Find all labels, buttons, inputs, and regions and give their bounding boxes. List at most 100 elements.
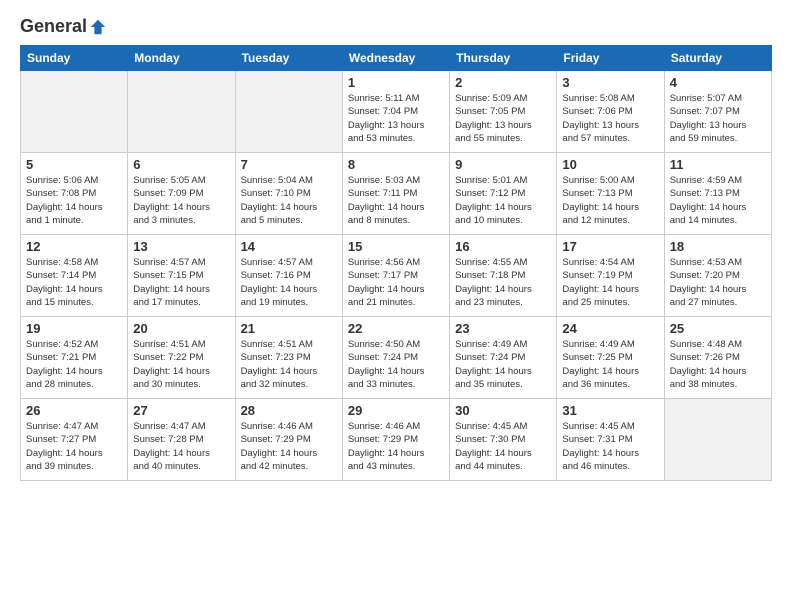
day-number: 1 xyxy=(348,75,444,90)
calendar-cell: 13 Sunrise: 4:57 AM Sunset: 7:15 PM Dayli… xyxy=(128,235,235,317)
day-number: 13 xyxy=(133,239,229,254)
day-info: Sunrise: 5:00 AM Sunset: 7:13 PM Dayligh… xyxy=(562,174,658,227)
day-number: 29 xyxy=(348,403,444,418)
day-number: 31 xyxy=(562,403,658,418)
day-number: 22 xyxy=(348,321,444,336)
calendar-cell: 18Sunrise: 4:53 AM Sunset: 7:20 PM Dayli… xyxy=(664,235,771,317)
logo: General xyxy=(20,16,107,35)
day-number: 5 xyxy=(26,157,122,172)
calendar-cell xyxy=(128,71,235,153)
day-info: Sunrise: 4:53 AM Sunset: 7:20 PM Dayligh… xyxy=(670,256,766,309)
day-info: Sunrise: 4:50 AM Sunset: 7:24 PM Dayligh… xyxy=(348,338,444,391)
day-info: Sunrise: 4:45 AM Sunset: 7:30 PM Dayligh… xyxy=(455,420,551,473)
day-number: 3 xyxy=(562,75,658,90)
calendar-cell: 12Sunrise: 4:58 AM Sunset: 7:14 PM Dayli… xyxy=(21,235,128,317)
day-info: Sunrise: 5:03 AM Sunset: 7:11 PM Dayligh… xyxy=(348,174,444,227)
calendar-cell: 11 Sunrise: 4:59 AM Sunset: 7:13 PM Dayli… xyxy=(664,153,771,235)
day-number: 6 xyxy=(133,157,229,172)
page: General SundayMondayTuesdayWednesdayThur… xyxy=(0,0,792,612)
calendar-cell xyxy=(21,71,128,153)
calendar-cell: 16 Sunrise: 4:55 AM Sunset: 7:18 PM Dayli… xyxy=(450,235,557,317)
day-number: 19 xyxy=(26,321,122,336)
day-number: 4 xyxy=(670,75,766,90)
day-info: Sunrise: 5:11 AM Sunset: 7:04 PM Dayligh… xyxy=(348,92,444,145)
day-info: Sunrise: 5:09 AM Sunset: 7:05 PM Dayligh… xyxy=(455,92,551,145)
day-info: Sunrise: 4:47 AM Sunset: 7:27 PM Dayligh… xyxy=(26,420,122,473)
week-row-4: 19 Sunrise: 4:52 AM Sunset: 7:21 PM Dayli… xyxy=(21,317,772,399)
calendar-cell: 1 Sunrise: 5:11 AM Sunset: 7:04 PM Daylig… xyxy=(342,71,449,153)
day-number: 25 xyxy=(670,321,766,336)
calendar-cell: 4 Sunrise: 5:07 AM Sunset: 7:07 PM Daylig… xyxy=(664,71,771,153)
day-info: Sunrise: 4:49 AM Sunset: 7:24 PM Dayligh… xyxy=(455,338,551,391)
day-number: 12 xyxy=(26,239,122,254)
calendar-cell: 27 Sunrise: 4:47 AM Sunset: 7:28 PM Dayli… xyxy=(128,399,235,481)
day-info: Sunrise: 4:46 AM Sunset: 7:29 PM Dayligh… xyxy=(241,420,337,473)
day-number: 10 xyxy=(562,157,658,172)
day-info: Sunrise: 4:51 AM Sunset: 7:23 PM Dayligh… xyxy=(241,338,337,391)
calendar-cell: 8 Sunrise: 5:03 AM Sunset: 7:11 PM Daylig… xyxy=(342,153,449,235)
day-number: 16 xyxy=(455,239,551,254)
day-info: Sunrise: 4:56 AM Sunset: 7:17 PM Dayligh… xyxy=(348,256,444,309)
calendar-cell: 21 Sunrise: 4:51 AM Sunset: 7:23 PM Dayli… xyxy=(235,317,342,399)
day-info: Sunrise: 4:59 AM Sunset: 7:13 PM Dayligh… xyxy=(670,174,766,227)
day-info: Sunrise: 5:06 AM Sunset: 7:08 PM Dayligh… xyxy=(26,174,122,227)
day-number: 11 xyxy=(670,157,766,172)
day-number: 2 xyxy=(455,75,551,90)
calendar-cell xyxy=(664,399,771,481)
day-number: 8 xyxy=(348,157,444,172)
day-number: 21 xyxy=(241,321,337,336)
calendar-cell: 6Sunrise: 5:05 AM Sunset: 7:09 PM Daylig… xyxy=(128,153,235,235)
calendar-cell: 22 Sunrise: 4:50 AM Sunset: 7:24 PM Dayli… xyxy=(342,317,449,399)
weekday-header-thursday: Thursday xyxy=(450,46,557,71)
day-info: Sunrise: 4:49 AM Sunset: 7:25 PM Dayligh… xyxy=(562,338,658,391)
week-row-1: 1 Sunrise: 5:11 AM Sunset: 7:04 PM Daylig… xyxy=(21,71,772,153)
weekday-header-tuesday: Tuesday xyxy=(235,46,342,71)
day-number: 20 xyxy=(133,321,229,336)
day-number: 26 xyxy=(26,403,122,418)
weekday-header-sunday: Sunday xyxy=(21,46,128,71)
day-number: 9 xyxy=(455,157,551,172)
calendar-cell: 7 Sunrise: 5:04 AM Sunset: 7:10 PM Daylig… xyxy=(235,153,342,235)
day-number: 17 xyxy=(562,239,658,254)
logo-general: General xyxy=(20,16,87,37)
day-number: 24 xyxy=(562,321,658,336)
day-number: 7 xyxy=(241,157,337,172)
calendar-cell: 31Sunrise: 4:45 AM Sunset: 7:31 PM Dayli… xyxy=(557,399,664,481)
calendar-cell: 17 Sunrise: 4:54 AM Sunset: 7:19 PM Dayli… xyxy=(557,235,664,317)
day-info: Sunrise: 4:57 AM Sunset: 7:16 PM Dayligh… xyxy=(241,256,337,309)
day-number: 14 xyxy=(241,239,337,254)
week-row-3: 12Sunrise: 4:58 AM Sunset: 7:14 PM Dayli… xyxy=(21,235,772,317)
day-info: Sunrise: 4:54 AM Sunset: 7:19 PM Dayligh… xyxy=(562,256,658,309)
calendar-cell: 2 Sunrise: 5:09 AM Sunset: 7:05 PM Daylig… xyxy=(450,71,557,153)
day-info: Sunrise: 4:48 AM Sunset: 7:26 PM Dayligh… xyxy=(670,338,766,391)
day-info: Sunrise: 4:46 AM Sunset: 7:29 PM Dayligh… xyxy=(348,420,444,473)
day-info: Sunrise: 4:47 AM Sunset: 7:28 PM Dayligh… xyxy=(133,420,229,473)
week-row-2: 5 Sunrise: 5:06 AM Sunset: 7:08 PM Daylig… xyxy=(21,153,772,235)
week-row-5: 26 Sunrise: 4:47 AM Sunset: 7:27 PM Dayli… xyxy=(21,399,772,481)
header: General xyxy=(20,16,772,35)
weekday-header-friday: Friday xyxy=(557,46,664,71)
calendar-cell: 26 Sunrise: 4:47 AM Sunset: 7:27 PM Dayli… xyxy=(21,399,128,481)
calendar-cell: 9 Sunrise: 5:01 AM Sunset: 7:12 PM Daylig… xyxy=(450,153,557,235)
day-info: Sunrise: 5:01 AM Sunset: 7:12 PM Dayligh… xyxy=(455,174,551,227)
weekday-header-row: SundayMondayTuesdayWednesdayThursdayFrid… xyxy=(21,46,772,71)
calendar-cell: 15Sunrise: 4:56 AM Sunset: 7:17 PM Dayli… xyxy=(342,235,449,317)
calendar-cell: 29 Sunrise: 4:46 AM Sunset: 7:29 PM Dayli… xyxy=(342,399,449,481)
day-info: Sunrise: 4:51 AM Sunset: 7:22 PM Dayligh… xyxy=(133,338,229,391)
calendar-cell: 24 Sunrise: 4:49 AM Sunset: 7:25 PM Dayli… xyxy=(557,317,664,399)
weekday-header-wednesday: Wednesday xyxy=(342,46,449,71)
calendar-cell xyxy=(235,71,342,153)
calendar-cell: 5 Sunrise: 5:06 AM Sunset: 7:08 PM Daylig… xyxy=(21,153,128,235)
day-number: 23 xyxy=(455,321,551,336)
day-info: Sunrise: 5:07 AM Sunset: 7:07 PM Dayligh… xyxy=(670,92,766,145)
day-number: 27 xyxy=(133,403,229,418)
day-number: 28 xyxy=(241,403,337,418)
calendar-cell: 19 Sunrise: 4:52 AM Sunset: 7:21 PM Dayli… xyxy=(21,317,128,399)
calendar-cell: 10 Sunrise: 5:00 AM Sunset: 7:13 PM Dayli… xyxy=(557,153,664,235)
calendar: SundayMondayTuesdayWednesdayThursdayFrid… xyxy=(20,45,772,481)
day-info: Sunrise: 5:04 AM Sunset: 7:10 PM Dayligh… xyxy=(241,174,337,227)
weekday-header-saturday: Saturday xyxy=(664,46,771,71)
day-info: Sunrise: 4:55 AM Sunset: 7:18 PM Dayligh… xyxy=(455,256,551,309)
day-info: Sunrise: 4:57 AM Sunset: 7:15 PM Dayligh… xyxy=(133,256,229,309)
day-info: Sunrise: 4:52 AM Sunset: 7:21 PM Dayligh… xyxy=(26,338,122,391)
